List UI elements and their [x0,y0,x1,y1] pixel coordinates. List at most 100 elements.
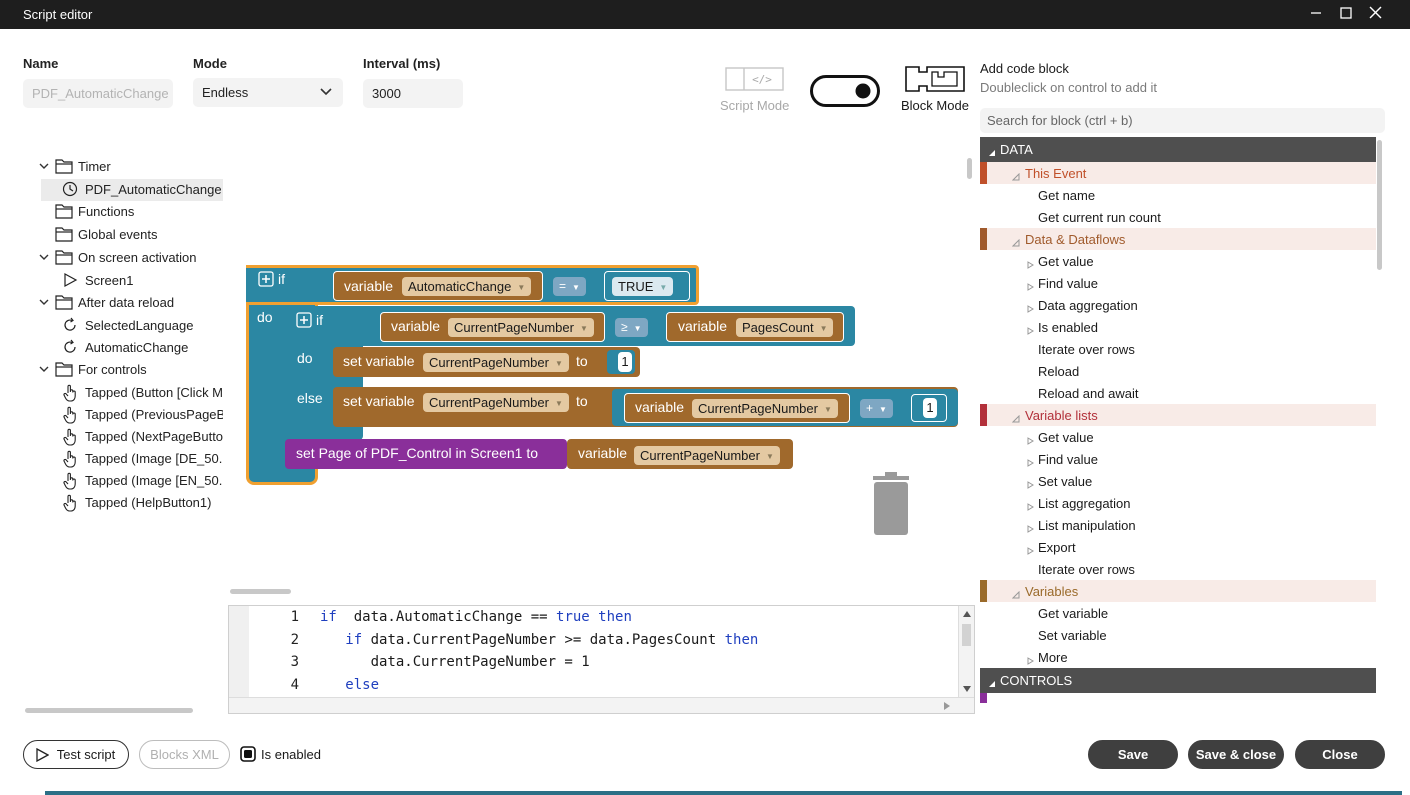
variable-name-pill[interactable]: CurrentPageNumber ▼ [448,318,594,337]
variable-name-pill[interactable]: AutomaticChange ▼ [402,277,532,296]
script-mode-icon[interactable]: </> [725,67,784,91]
canvas-horizontal-scrollbar[interactable] [230,589,291,594]
palette-section-header[interactable]: CONTROLS [980,668,1376,693]
palette-item[interactable]: Set variable [980,624,1376,646]
variable-name-pill[interactable]: CurrentPageNumber ▼ [423,353,569,372]
palette-group[interactable]: Get value [980,426,1376,448]
tree-item[interactable]: Tapped (HelpButton1) [62,493,223,513]
close-icon[interactable] [1364,4,1386,26]
plus-icon[interactable] [258,271,274,287]
mode-select[interactable]: Endless [193,78,343,107]
expand-triangle-icon[interactable] [1027,257,1034,272]
tree-item[interactable]: AutomaticChange [62,338,223,358]
block-mode-label[interactable]: Block Mode [901,98,969,113]
scroll-right-icon[interactable] [943,701,951,711]
test-script-button[interactable]: Test script [23,740,129,769]
palette-scrollbar[interactable] [1377,140,1382,270]
boolean-value-pill[interactable]: TRUE ▼ [612,277,674,296]
script-mode-label[interactable]: Script Mode [720,98,789,113]
palette-group[interactable]: Export [980,536,1376,558]
trash-icon[interactable] [870,470,912,536]
variable-name-pill[interactable]: CurrentPageNumber ▼ [692,399,838,418]
maximize-icon[interactable] [1335,4,1357,26]
tree-item[interactable]: PDF_AutomaticChange [62,180,223,200]
save-close-button[interactable]: Save & close [1188,740,1284,769]
scroll-thumb[interactable] [962,624,971,646]
palette-item[interactable]: Reload and await [980,382,1376,404]
palette-group[interactable]: List manipulation [980,514,1376,536]
tree-item[interactable]: Screen1 [62,271,223,291]
chevron-down-icon[interactable] [38,363,50,378]
palette-group[interactable]: Data aggregation [980,294,1376,316]
palette-group[interactable]: List aggregation [980,492,1376,514]
chevron-down-icon[interactable] [38,296,50,311]
number-value[interactable]: 1 [618,352,632,372]
collapse-triangle-icon[interactable] [988,145,996,160]
tree-item[interactable]: Tapped (Image [EN_50.p [62,471,223,491]
code-horizontal-scrollbar[interactable] [229,697,974,713]
expand-triangle-icon[interactable] [1027,477,1034,492]
palette-category[interactable]: This Event [980,162,1376,184]
collapse-triangle-icon[interactable] [1011,235,1020,250]
scroll-down-icon[interactable] [962,685,972,693]
palette-group[interactable]: Find value [980,272,1376,294]
palette-section-header[interactable]: DATA [980,137,1376,162]
tree-item[interactable]: After data reload [38,293,223,313]
palette-group[interactable]: Set value [980,470,1376,492]
palette-item[interactable]: Get current run count [980,206,1376,228]
chevron-down-icon[interactable] [38,251,50,266]
tree-item[interactable]: Tapped (Image [DE_50.p [62,449,223,469]
tree-item[interactable]: SelectedLanguage [62,316,223,336]
tree-item[interactable]: Tapped (NextPageButto [62,427,223,447]
math-operator[interactable]: + ▼ [860,399,893,418]
minimize-icon[interactable] [1305,4,1327,26]
compare-operator[interactable]: = ▼ [553,277,586,296]
chevron-down-icon[interactable] [38,160,50,175]
variable-name-pill[interactable]: PagesCount ▼ [736,318,834,337]
block-mode-icon[interactable] [905,66,965,92]
palette-item[interactable]: Get variable [980,602,1376,624]
is-enabled-checkbox[interactable] [240,746,256,762]
palette-group[interactable]: Get value [980,250,1376,272]
palette-item[interactable]: Iterate over rows [980,338,1376,360]
palette-group[interactable]: More [980,646,1376,668]
blocks-xml-button[interactable]: Blocks XML [139,740,230,769]
expand-triangle-icon[interactable] [1027,433,1034,448]
close-button[interactable]: Close [1295,740,1385,769]
tree-item[interactable]: Global events [55,225,223,245]
code-vertical-scrollbar[interactable] [958,606,974,699]
save-button[interactable]: Save [1088,740,1178,769]
palette-item[interactable]: Reload [980,360,1376,382]
tree-item[interactable]: Tapped (Button [Click Me [62,383,223,403]
tree-horizontal-scrollbar[interactable] [25,708,193,713]
tree-item[interactable]: Tapped (PreviousPageB [62,405,223,425]
tree-item[interactable]: Timer [38,157,223,177]
expand-triangle-icon[interactable] [1027,301,1034,316]
number-value[interactable]: 1 [923,398,937,418]
collapse-triangle-icon[interactable] [1011,169,1020,184]
palette-item[interactable]: Get name [980,184,1376,206]
tree-item[interactable]: Functions [55,202,223,222]
tree-item[interactable]: On screen activation [38,248,223,268]
code-preview[interactable]: 1 if data.AutomaticChange == true then 2 i… [228,605,975,714]
palette-category[interactable]: Variable lists [980,404,1376,426]
palette-item[interactable]: Iterate over rows [980,558,1376,580]
expand-triangle-icon[interactable] [1027,521,1034,536]
palette-category[interactable]: Variables [980,580,1376,602]
expand-triangle-icon[interactable] [1027,279,1034,294]
collapse-triangle-icon[interactable] [1011,411,1020,426]
palette-category[interactable]: Data & Dataflows [980,228,1376,250]
expand-triangle-icon[interactable] [1027,323,1034,338]
expand-triangle-icon[interactable] [1027,653,1034,668]
block-search-input[interactable]: Search for block (ctrl + b) [980,108,1385,133]
tree-item[interactable]: For controls [38,360,223,380]
expand-triangle-icon[interactable] [1027,499,1034,514]
compare-operator[interactable]: ≥ ▼ [615,318,648,337]
mode-toggle-switch[interactable] [810,75,880,107]
palette-group[interactable]: Is enabled [980,316,1376,338]
interval-field[interactable]: 3000 [363,79,463,108]
scroll-up-icon[interactable] [962,610,972,618]
expand-triangle-icon[interactable] [1027,455,1034,470]
plus-icon[interactable] [296,312,312,328]
expand-triangle-icon[interactable] [1027,543,1034,558]
